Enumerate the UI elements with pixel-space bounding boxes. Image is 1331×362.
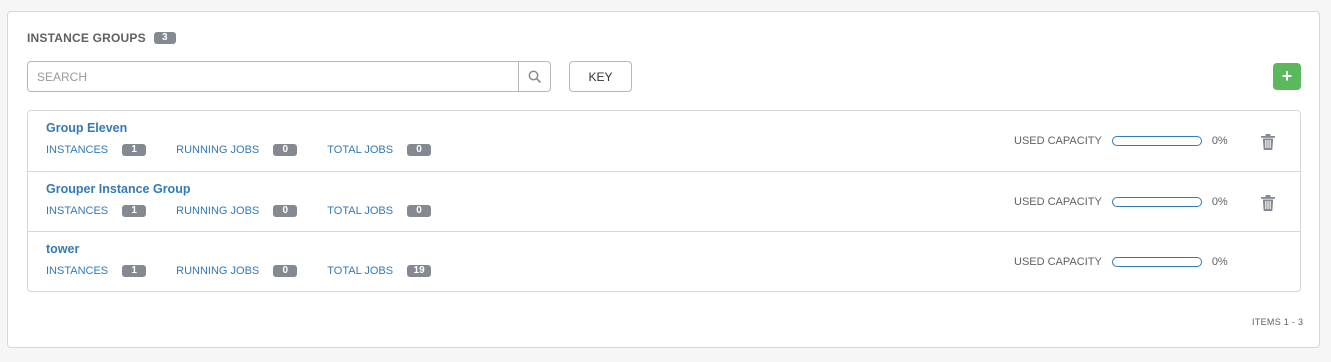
running-jobs-label[interactable]: RUNNING JOBS: [176, 265, 259, 277]
stat-total-jobs: TOTAL JOBS 0: [327, 204, 432, 217]
capacity-percent: 0%: [1211, 135, 1228, 147]
instances-label[interactable]: INSTANCES: [46, 265, 108, 277]
capacity-percent: 0%: [1211, 195, 1228, 208]
pagination-items: ITEMS 1 - 3: [1252, 317, 1304, 327]
capacity-bar: [1111, 257, 1202, 268]
capacity-label: USED CAPACITY: [1014, 195, 1102, 208]
job-stats: INSTANCES 1 RUNNING JOBS 0 TOTAL JOBS 19: [46, 265, 461, 278]
list-item: Grouper Instance Group INSTANCES 1 RUNNI…: [28, 172, 1300, 233]
running-jobs-label[interactable]: RUNNING JOBS: [176, 144, 259, 156]
instance-group-list: Group Eleven INSTANCES 1 RUNNING JOBS 0 …: [27, 110, 1301, 292]
capacity-label: USED CAPACITY: [1014, 135, 1102, 147]
panel-header: INSTANCE GROUPS 3: [27, 31, 176, 45]
capacity-bar: [1111, 196, 1202, 207]
key-button[interactable]: KEY: [569, 61, 632, 92]
instances-badge: 1: [122, 265, 147, 278]
search-button[interactable]: [518, 62, 550, 91]
total-jobs-label[interactable]: TOTAL JOBS: [327, 205, 393, 217]
capacity-bar: [1111, 136, 1202, 146]
stat-total-jobs: TOTAL JOBS 0: [327, 144, 432, 156]
total-jobs-badge: 0: [407, 204, 432, 217]
search-icon: [528, 70, 541, 83]
plus-icon: +: [1281, 66, 1293, 86]
list-item: tower INSTANCES 1 RUNNING JOBS 0 TOTAL J…: [28, 232, 1300, 291]
stat-instances: INSTANCES 1: [46, 265, 147, 278]
running-jobs-badge: 0: [273, 204, 298, 217]
search-input[interactable]: [28, 62, 518, 91]
used-capacity: USED CAPACITY 0%: [1014, 196, 1228, 208]
instances-label[interactable]: INSTANCES: [46, 205, 108, 217]
add-button[interactable]: +: [1273, 63, 1301, 90]
capacity-label: USED CAPACITY: [1014, 256, 1102, 269]
instance-group-name[interactable]: Group Eleven: [46, 121, 127, 135]
instance-groups-panel: INSTANCE GROUPS 3 KEY + Group Eleven INS…: [7, 11, 1320, 348]
stat-instances: INSTANCES 1: [46, 204, 147, 217]
stat-running-jobs: RUNNING JOBS 0: [176, 265, 298, 278]
instances-badge: 1: [122, 144, 147, 156]
list-item: Group Eleven INSTANCES 1 RUNNING JOBS 0 …: [28, 111, 1300, 172]
running-jobs-badge: 0: [273, 265, 298, 278]
total-jobs-label[interactable]: TOTAL JOBS: [327, 265, 393, 277]
search-box: [27, 61, 551, 92]
stat-running-jobs: RUNNING JOBS 0: [176, 144, 298, 156]
used-capacity: USED CAPACITY 0%: [1014, 256, 1228, 268]
stat-total-jobs: TOTAL JOBS 19: [327, 265, 432, 278]
instance-group-name[interactable]: tower: [46, 242, 79, 256]
instance-group-name[interactable]: Grouper Instance Group: [46, 182, 190, 196]
running-jobs-label[interactable]: RUNNING JOBS: [176, 205, 259, 217]
capacity-percent: 0%: [1211, 256, 1228, 269]
page-title: INSTANCE GROUPS: [27, 31, 146, 45]
trash-icon[interactable]: [1261, 134, 1275, 150]
used-capacity: USED CAPACITY 0%: [1014, 135, 1228, 147]
job-stats: INSTANCES 1 RUNNING JOBS 0 TOTAL JOBS 0: [46, 144, 461, 156]
stat-instances: INSTANCES 1: [46, 144, 147, 156]
stat-running-jobs: RUNNING JOBS 0: [176, 204, 298, 217]
trash-icon[interactable]: [1261, 194, 1275, 211]
running-jobs-badge: 0: [273, 144, 298, 156]
instances-badge: 1: [122, 204, 147, 217]
count-badge: 3: [153, 32, 176, 44]
job-stats: INSTANCES 1 RUNNING JOBS 0 TOTAL JOBS 0: [46, 204, 461, 217]
total-jobs-badge: 0: [407, 144, 432, 156]
total-jobs-label[interactable]: TOTAL JOBS: [327, 144, 393, 156]
instances-label[interactable]: INSTANCES: [46, 144, 108, 156]
total-jobs-badge: 19: [407, 265, 432, 278]
